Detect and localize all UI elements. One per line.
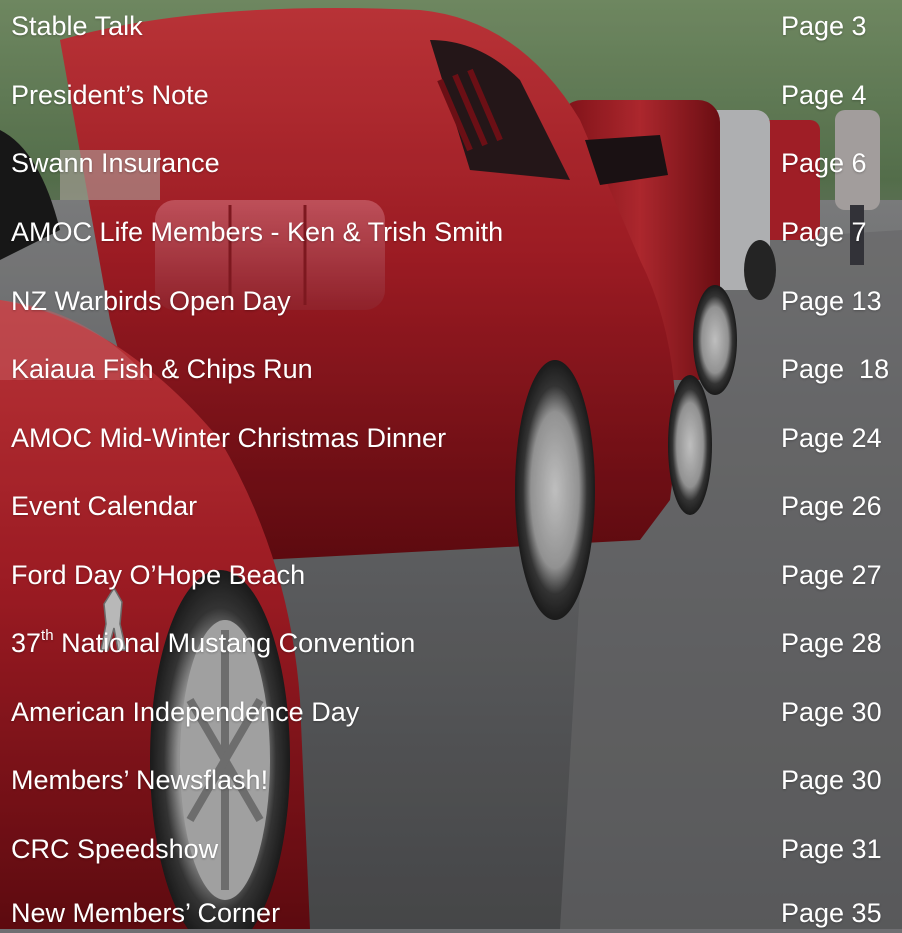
toc-title: Members’ Newsflash! bbox=[11, 765, 269, 795]
toc-title: President’s Note bbox=[11, 80, 209, 110]
toc-page-number: Page 13 bbox=[781, 286, 882, 316]
toc-page-number: Page 27 bbox=[781, 560, 882, 590]
toc-row-stable-talk[interactable]: Stable Talk Page 3 bbox=[0, 6, 902, 46]
table-of-contents: Stable Talk Page 3 President’s Note Page… bbox=[0, 0, 902, 929]
toc-title: 37th National Mustang Convention bbox=[11, 623, 415, 663]
toc-title: Stable Talk bbox=[11, 11, 143, 41]
toc-title: Kaiaua Fish & Chips Run bbox=[11, 354, 313, 384]
toc-row-event-calendar[interactable]: Event Calendar Page 26 bbox=[0, 486, 902, 526]
toc-row-amoc-life-members[interactable]: AMOC Life Members - Ken & Trish Smith Pa… bbox=[0, 212, 902, 252]
toc-row-kaiaua-run[interactable]: Kaiaua Fish & Chips Run Page 18 bbox=[0, 349, 902, 389]
toc-title: Swann Insurance bbox=[11, 148, 220, 178]
toc-title: NZ Warbirds Open Day bbox=[11, 286, 291, 316]
toc-page-number: Page 31 bbox=[781, 834, 882, 864]
toc-page-number: Page 30 bbox=[781, 697, 882, 727]
toc-row-mid-winter-dinner[interactable]: AMOC Mid-Winter Christmas Dinner Page 24 bbox=[0, 418, 902, 458]
toc-page-number: Page 7 bbox=[781, 217, 867, 247]
toc-title-text: National Mustang Convention bbox=[53, 628, 416, 658]
toc-row-new-members-corner[interactable]: New Members’ Corner Page 35 bbox=[0, 893, 902, 933]
toc-row-national-convention[interactable]: 37th National Mustang Convention Page 28 bbox=[0, 623, 902, 663]
toc-page-number: Page 24 bbox=[781, 423, 882, 453]
toc-row-ford-day[interactable]: Ford Day O’Hope Beach Page 27 bbox=[0, 555, 902, 595]
toc-row-nz-warbirds[interactable]: NZ Warbirds Open Day Page 13 bbox=[0, 281, 902, 321]
toc-page-number: Page 6 bbox=[781, 148, 867, 178]
toc-page-number: Page 18 bbox=[781, 354, 890, 384]
toc-title-number: 37 bbox=[11, 628, 42, 658]
toc-row-swann-insurance[interactable]: Swann Insurance Page 6 bbox=[0, 143, 902, 183]
toc-title: CRC Speedshow bbox=[11, 834, 219, 864]
toc-title: Event Calendar bbox=[11, 491, 198, 521]
toc-row-independence-day[interactable]: American Independence Day Page 30 bbox=[0, 692, 902, 732]
toc-row-members-newsflash[interactable]: Members’ Newsflash! Page 30 bbox=[0, 760, 902, 800]
toc-title: AMOC Mid-Winter Christmas Dinner bbox=[11, 423, 447, 453]
toc-page-number: Page 26 bbox=[781, 491, 882, 521]
toc-row-crc-speedshow[interactable]: CRC Speedshow Page 31 bbox=[0, 829, 902, 869]
toc-page-number: Page 30 bbox=[781, 765, 882, 795]
toc-title-ordinal: th bbox=[41, 627, 54, 644]
toc-page-number: Page 4 bbox=[781, 80, 867, 110]
toc-title: Ford Day O’Hope Beach bbox=[11, 560, 306, 590]
toc-page-number: Page 35 bbox=[781, 898, 882, 928]
toc-row-presidents-note[interactable]: President’s Note Page 4 bbox=[0, 75, 902, 115]
toc-title: American Independence Day bbox=[11, 697, 360, 727]
toc-page-number: Page 28 bbox=[781, 628, 882, 658]
toc-title: New Members’ Corner bbox=[11, 898, 281, 928]
toc-title: AMOC Life Members - Ken & Trish Smith bbox=[11, 217, 504, 247]
toc-page-number: Page 3 bbox=[781, 11, 867, 41]
